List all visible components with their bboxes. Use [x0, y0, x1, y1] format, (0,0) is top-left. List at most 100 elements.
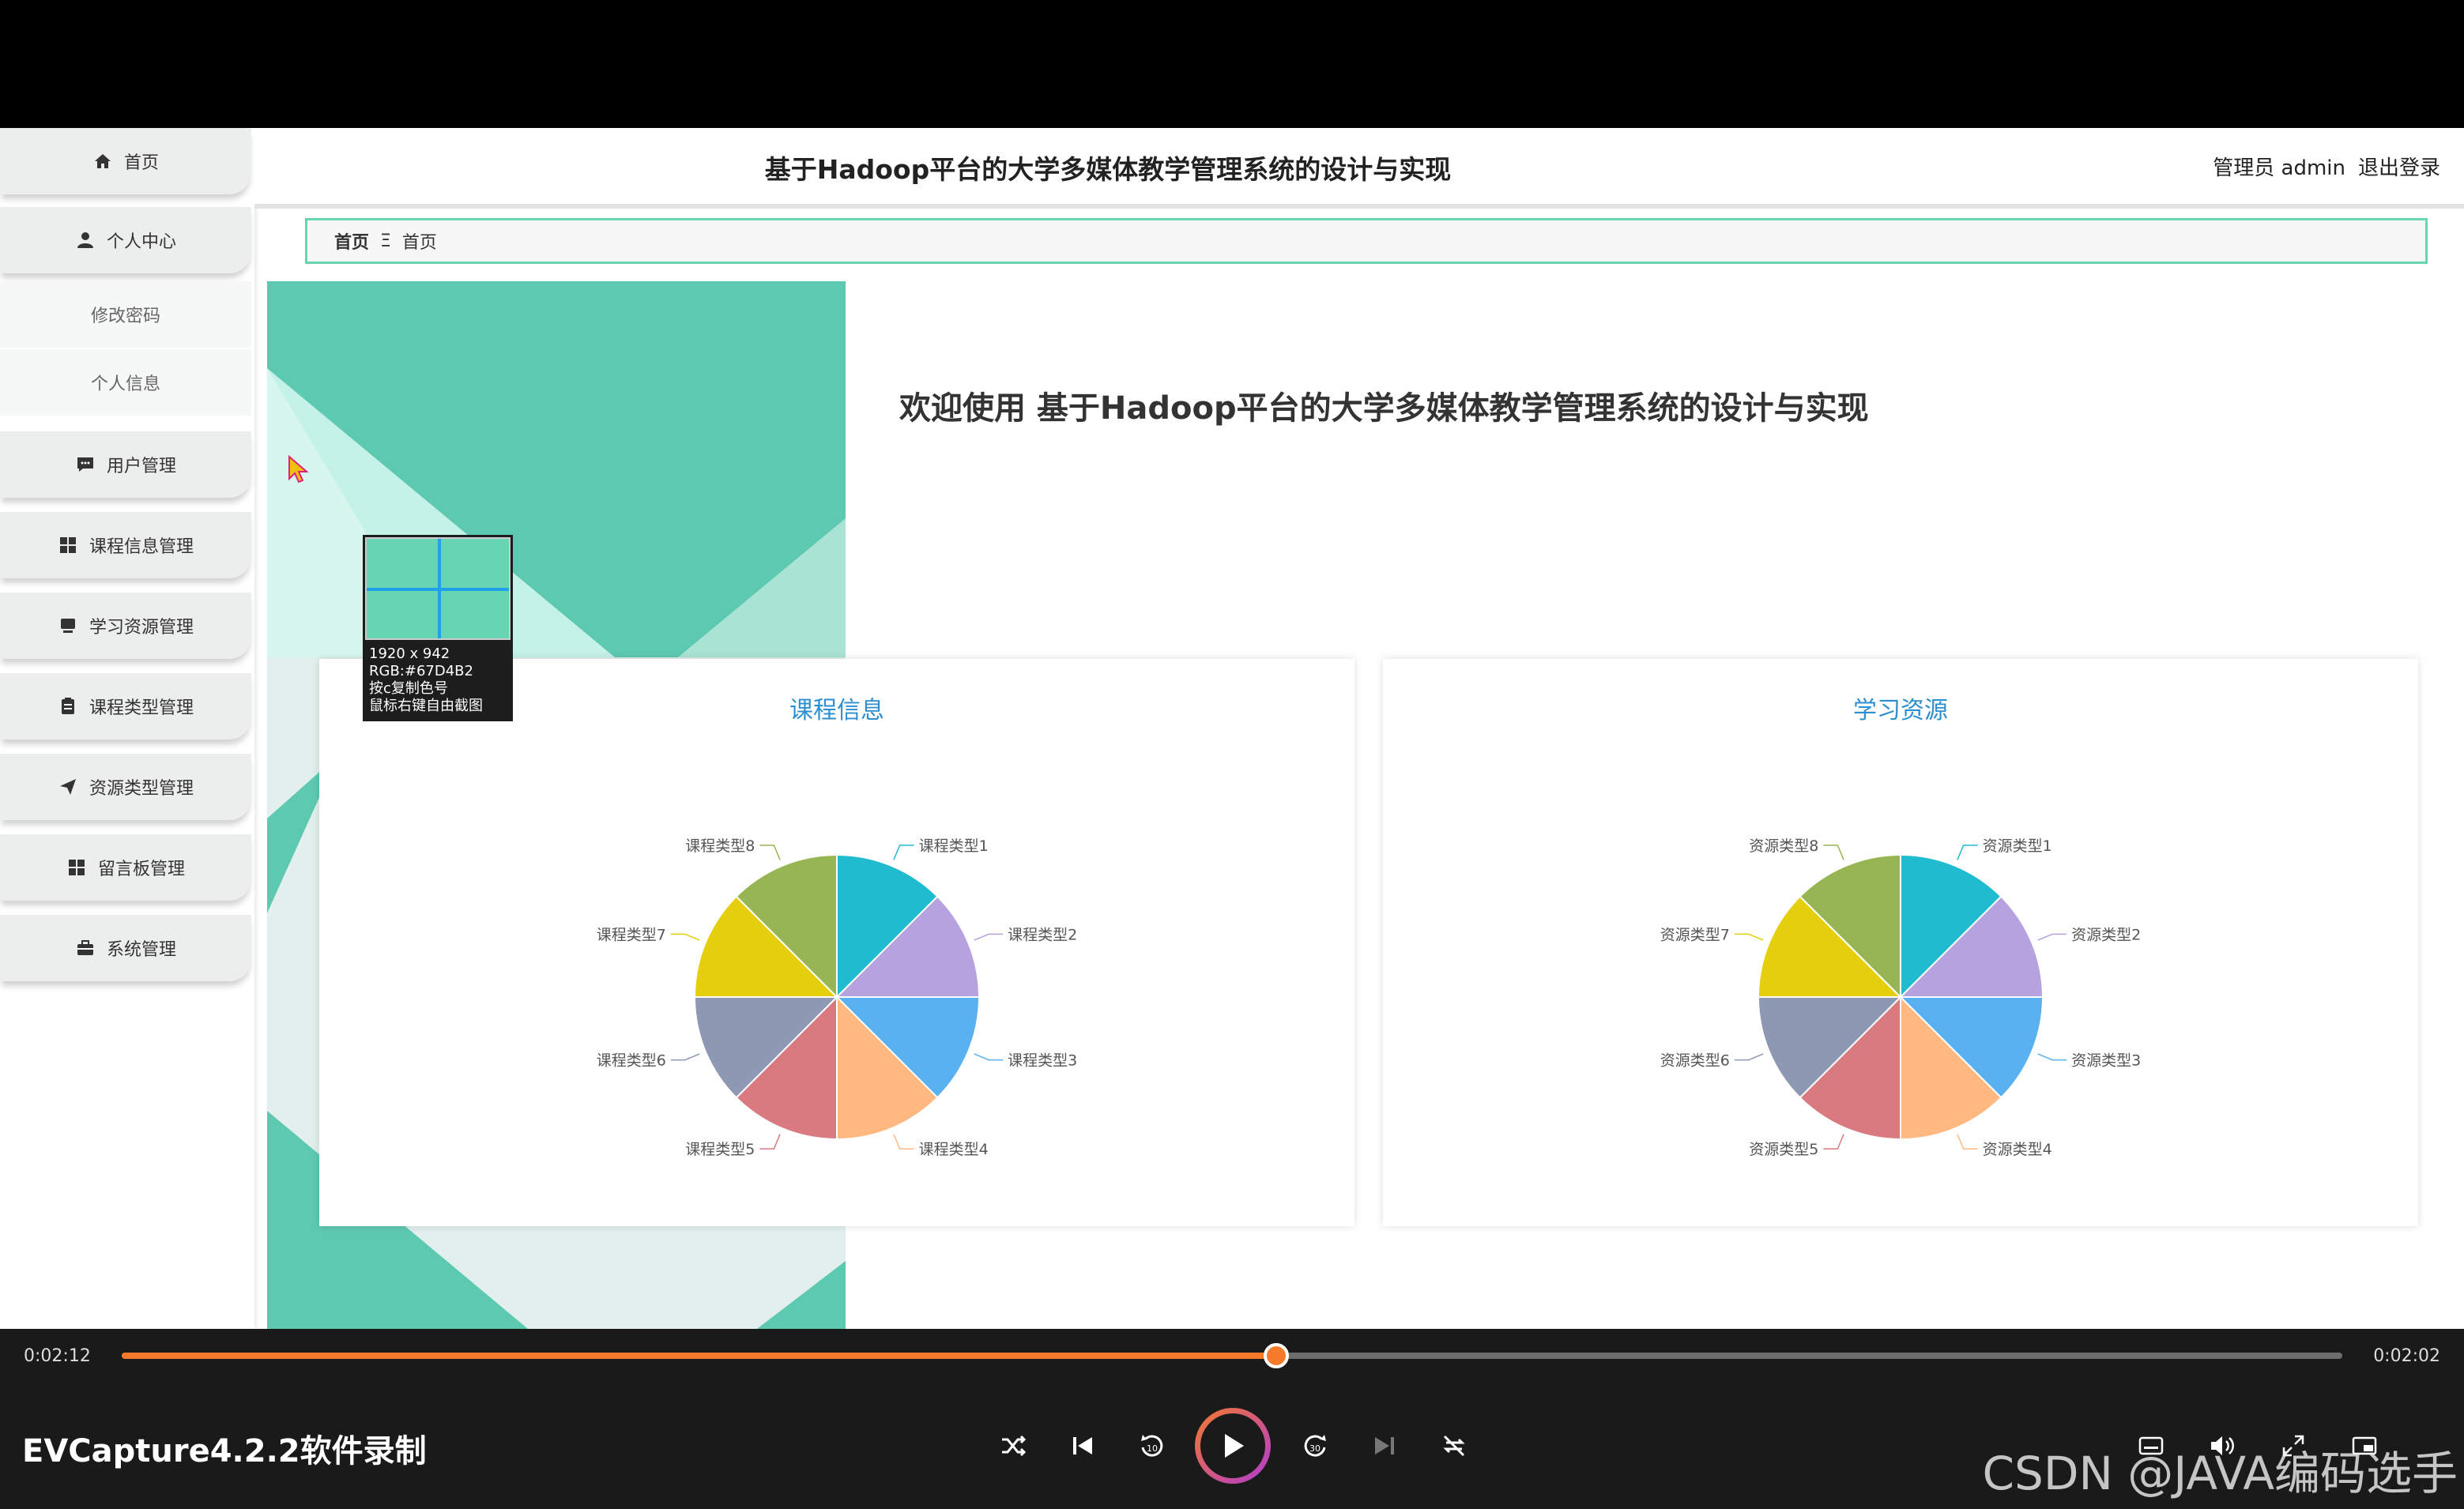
sidebar-item-home[interactable]: 首页 [0, 128, 251, 194]
briefcase-icon [75, 938, 96, 958]
user-role: 管理员 admin [2213, 156, 2345, 180]
forward-30-icon: 30 [1304, 1435, 1326, 1457]
label-leader-line [1823, 845, 1844, 860]
slice-label: 资源类型2 [2071, 926, 2141, 943]
sidebar-item-label: 资源类型管理 [89, 779, 194, 799]
sidebar-item-label: 学习资源管理 [89, 618, 194, 638]
label-leader-line [2037, 1053, 2067, 1061]
play-button[interactable] [1195, 1408, 1271, 1484]
label-leader-line [1734, 933, 1764, 941]
learning-resource-pie-chart: 资源类型1 资源类型2 资源类型3 资源类型4 资源类型5 资源类型6 资源类型7 资源类型8 [1660, 837, 2142, 1158]
label-leader-line [1957, 1134, 1978, 1150]
next-button[interactable] [1367, 1428, 1402, 1463]
picker-line: RGB:#67D4B2 [369, 663, 473, 679]
skip-previous-icon [1073, 1437, 1092, 1454]
course-info-chart-card: 课程信息 课程类型1 课程类型2 课程类型3 课程类型4 课程类型5 课程类型6 课程类型7… [319, 659, 1354, 1226]
sidebar-item-personal-center[interactable]: 个人中心 [0, 207, 251, 273]
sidebar-item-label: 首页 [123, 153, 159, 173]
sidebar-subitem-change-password[interactable]: 修改密码 [0, 281, 251, 348]
chat-icon [75, 454, 96, 475]
label-leader-line [974, 933, 1004, 941]
sidebar-item-label: 修改密码 [90, 307, 160, 326]
slice-label: 资源类型7 [1660, 926, 1730, 943]
slice-label: 课程类型4 [919, 1141, 989, 1158]
picker-info: 1920 x 942 RGB:#67D4B2 按c复制色号 鼠标右键自由截图 [369, 645, 483, 715]
label-leader-line [2037, 933, 2067, 941]
svg-text:30: 30 [1309, 1443, 1321, 1454]
progress-knob[interactable] [1264, 1343, 1290, 1368]
color-picker-overlay: 1920 x 942 RGB:#67D4B2 按c复制色号 鼠标右键自由截图 [363, 535, 513, 721]
sidebar-subitem-personal-info[interactable]: 个人信息 [0, 349, 251, 416]
svg-text:10: 10 [1147, 1443, 1158, 1454]
home-icon [92, 151, 113, 171]
skip-next-icon [1375, 1437, 1394, 1454]
forward-30-button[interactable]: 30 [1298, 1428, 1332, 1463]
label-leader-line [893, 845, 914, 860]
repeat-off-icon [1443, 1435, 1465, 1457]
breadcrumb-separator: Ξ [380, 231, 391, 251]
sidebar-item-course-types[interactable]: 课程类型管理 [0, 673, 251, 739]
sidebar-item-label: 系统管理 [106, 940, 176, 960]
sidebar-item-message-board[interactable]: 留言板管理 [0, 834, 251, 901]
sidebar: 首页 个人中心 修改密码 个人信息 用户管理 课程信息管理 学习资源管理 课程类… [0, 128, 254, 1329]
sidebar-item-label: 用户管理 [106, 457, 176, 476]
sidebar-item-label: 个人信息 [90, 374, 160, 394]
slice-label: 课程类型6 [597, 1052, 666, 1070]
monitor-icon [58, 615, 78, 636]
progress-fill [122, 1353, 1277, 1359]
progress-track[interactable] [122, 1343, 2342, 1368]
previous-button[interactable] [1065, 1428, 1100, 1463]
user-area: 管理员 admin 退出登录 [2213, 152, 2440, 181]
logout-link[interactable]: 退出登录 [2358, 152, 2440, 181]
shuffle-button[interactable] [996, 1428, 1030, 1463]
play-icon [1225, 1434, 1244, 1458]
crosshair-vertical [438, 539, 441, 638]
rewind-10-button[interactable]: 10 [1135, 1428, 1170, 1463]
label-leader-line [1734, 1053, 1764, 1061]
breadcrumb-current: 首页 [401, 233, 437, 253]
slice-label: 课程类型2 [1008, 926, 1077, 943]
grid-icon [66, 857, 87, 878]
user-name: admin [2281, 156, 2345, 180]
course-info-pie-chart: 课程类型1 课程类型2 课程类型3 课程类型4 课程类型5 课程类型6 课程类型7 课程类型8 [597, 837, 1078, 1158]
slice-label: 课程类型7 [597, 926, 666, 943]
label-leader-line [670, 933, 700, 941]
shuffle-icon [1002, 1435, 1027, 1457]
slice-label: 课程类型5 [685, 1141, 755, 1158]
slice-label: 课程类型8 [685, 837, 755, 855]
sidebar-item-label: 个人中心 [106, 232, 176, 252]
mouse-cursor-icon [288, 454, 309, 487]
repeat-button[interactable] [1437, 1428, 1471, 1463]
app-window: 首页 个人中心 修改密码 个人信息 用户管理 课程信息管理 学习资源管理 课程类… [0, 128, 2464, 1329]
send-icon [58, 777, 78, 797]
label-leader-line [974, 1053, 1004, 1061]
picker-line: 鼠标右键自由截图 [369, 698, 483, 714]
slice-label: 资源类型3 [2071, 1052, 2141, 1070]
clipboard-icon [58, 696, 78, 717]
welcome-heading: 欢迎使用 基于Hadoop平台的大学多媒体教学管理系统的设计与实现 [899, 390, 1869, 427]
user-icon [75, 230, 96, 250]
picker-line: 1920 x 942 [369, 645, 450, 662]
grid-icon [58, 535, 78, 555]
sidebar-item-course-info[interactable]: 课程信息管理 [0, 512, 251, 578]
color-swatch [365, 537, 511, 640]
total-time: 0:02:02 [2373, 1346, 2440, 1366]
breadcrumb: 首页 Ξ 首页 [305, 218, 2428, 264]
watermark: CSDN @JAVA编码选手 [1982, 1447, 2458, 1500]
sidebar-item-resource-types[interactable]: 资源类型管理 [0, 754, 251, 820]
picker-line: 按c复制色号 [369, 680, 448, 697]
top-header: 基于Hadoop平台的大学多媒体教学管理系统的设计与实现 管理员 admin 退… [254, 128, 2464, 209]
sidebar-item-label: 课程信息管理 [89, 537, 194, 557]
slice-label: 资源类型6 [1660, 1052, 1730, 1070]
label-leader-line [759, 845, 781, 860]
sidebar-item-system[interactable]: 系统管理 [0, 915, 251, 981]
sidebar-item-label: 课程类型管理 [89, 698, 194, 718]
slice-label: 资源类型8 [1749, 837, 1818, 855]
label-leader-line [670, 1053, 700, 1061]
breadcrumb-home[interactable]: 首页 [334, 228, 369, 254]
sidebar-item-learning-resources[interactable]: 学习资源管理 [0, 593, 251, 659]
rewind-10-icon: 10 [1141, 1435, 1163, 1457]
slice-label: 资源类型4 [1983, 1141, 2052, 1158]
sidebar-item-user-management[interactable]: 用户管理 [0, 431, 251, 498]
label-leader-line [1957, 845, 1978, 860]
